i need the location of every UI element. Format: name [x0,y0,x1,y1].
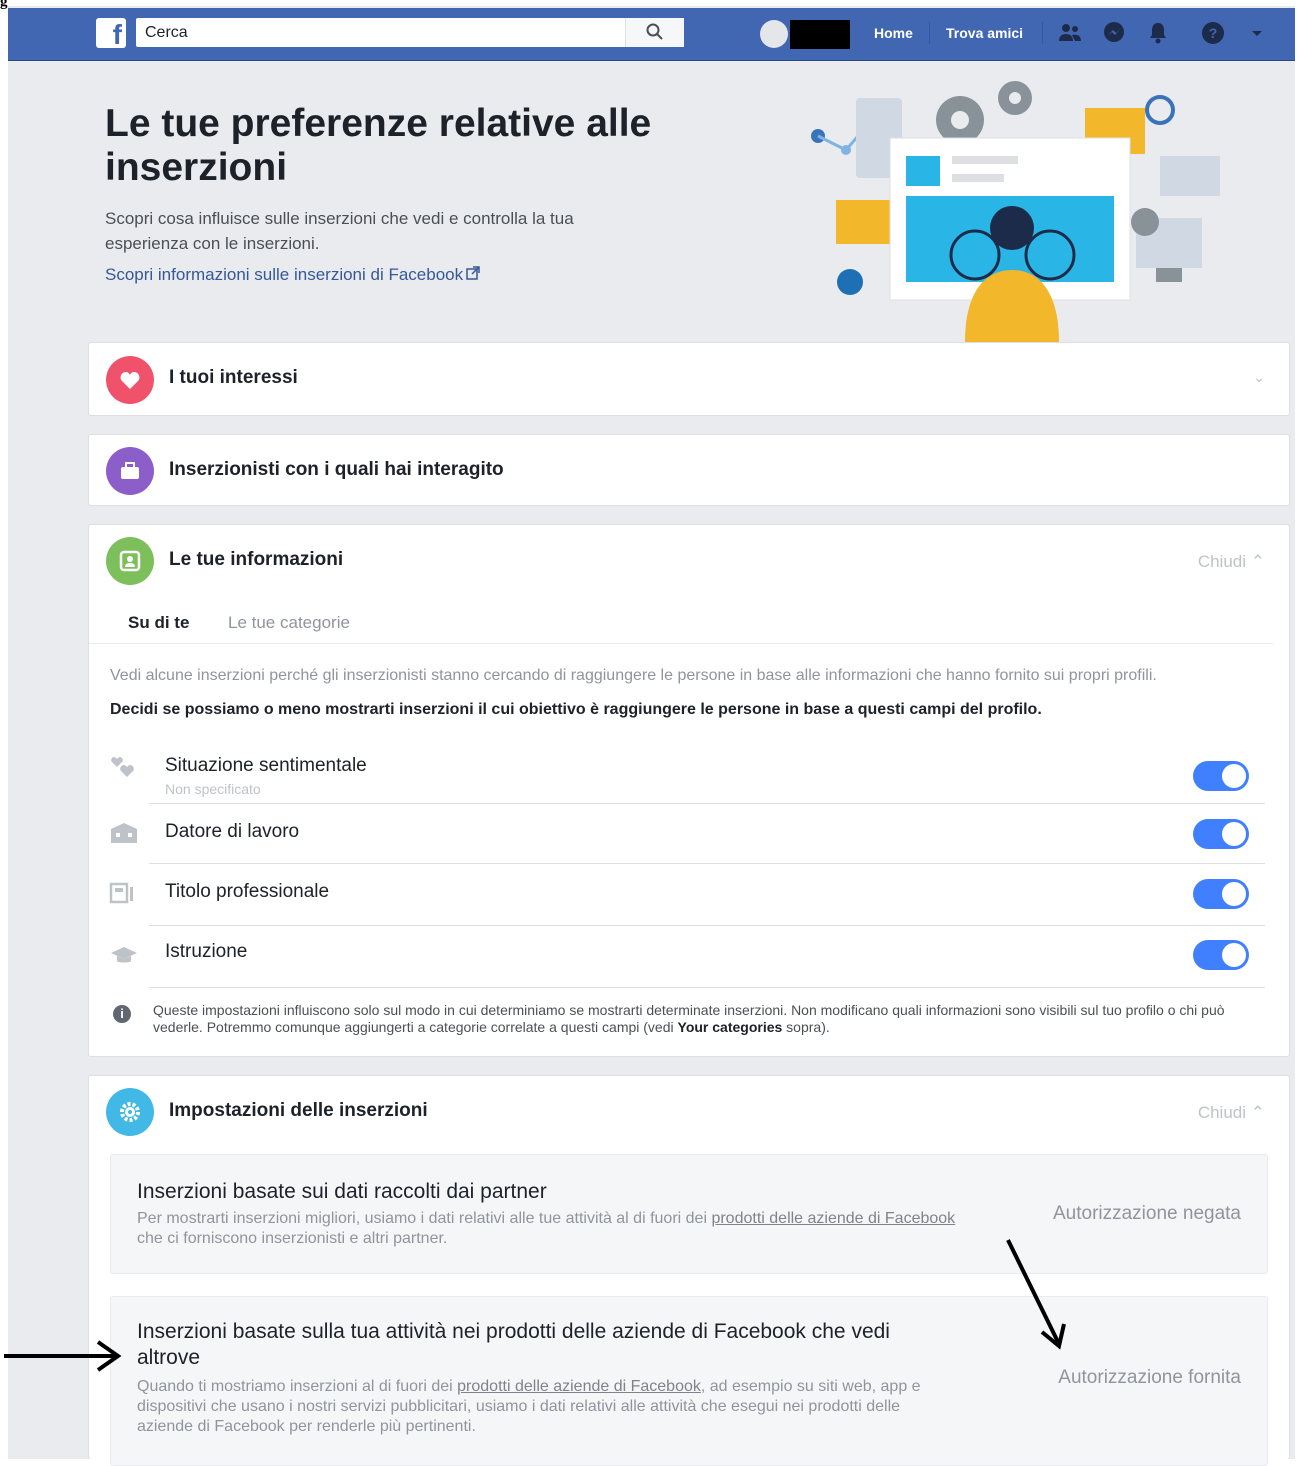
info-explanation-text: Vedi alcune inserzioni perché gli inserz… [110,667,1157,684]
setting-description-part1: Quando ti mostriamo inserzioni al di fuo… [137,1378,458,1395]
interests-section[interactable]: I tuoi interessi ⌄ [88,342,1290,416]
annotation-arrow-down [1006,1239,1066,1350]
learn-about-ads-link-text[interactable]: Scopri informazioni sulle inserzioni di … [105,265,463,284]
setting-description: Per mostrarti inserzioni migliori, usiam… [137,1209,957,1249]
job-title-badge-icon [109,881,139,905]
notifications-bell-icon[interactable] [1145,20,1171,46]
advertisers-section-title: Inserzionisti con i quali hai interagito [169,459,504,480]
help-icon[interactable]: ? [1200,20,1226,46]
activity-based-ads-setting[interactable]: Inserzioni basate sulla tua attività nei… [110,1296,1268,1466]
nav-divider [1042,22,1043,44]
search-button[interactable] [625,18,684,47]
field-label: Datore di lavoro [165,821,300,842]
field-label: Titolo professionale [165,881,330,902]
nav-divider [929,22,930,44]
advertisers-section[interactable]: Inserzionisti con i quali hai interagito [88,434,1290,506]
setting-description: Quando ti mostriamo inserzioni al di fuo… [137,1377,957,1437]
close-section-link[interactable]: Chiudi ⌃ [1198,1103,1265,1123]
field-label: Situazione sentimentale [165,755,367,776]
chevron-up-icon: ⌃ [1250,552,1265,571]
relationship-hearts-icon [109,755,139,779]
nav-find-friends-link[interactable]: Trova amici [946,25,1023,41]
ad-settings-section: Impostazioni delle inserzioni Chiudi ⌃ I… [88,1075,1290,1466]
account-menu-chevron-icon[interactable] [1247,20,1273,46]
field-label: Istruzione [165,941,248,962]
employer-toggle[interactable] [1193,819,1249,849]
search-icon [646,23,663,40]
profile-field-row: Istruzione [111,925,1265,988]
briefcase-icon [106,447,154,495]
search-input[interactable]: Cerca [136,18,684,47]
facebook-company-products-link[interactable]: prodotti delle aziende di Facebook [711,1210,955,1227]
employer-building-icon [109,821,139,845]
setting-title: Inserzioni basate sulla tua attività nei… [137,1320,890,1369]
field-value: Non specificato [165,781,261,797]
profile-avatar[interactable] [760,20,788,48]
friend-requests-icon[interactable] [1057,20,1083,46]
relationship-toggle[interactable] [1193,761,1249,791]
ad-preferences-illustration [811,81,1220,342]
profile-name-redacted[interactable] [790,20,850,49]
setting-description-part2: che ci forniscono inserzionisti e altri … [137,1230,448,1247]
tab-your-categories[interactable]: Le tue categorie [228,613,350,633]
decide-instruction-text: Decidi se possiamo o meno mostrarti inse… [110,701,1042,718]
facebook-logo-icon[interactable]: f [96,18,126,48]
ad-settings-section-title: Impostazioni delle inserzioni [169,1100,428,1121]
facebook-company-products-link[interactable]: prodotti delle aziende di Facebook [457,1378,701,1395]
toggle-knob [1222,822,1246,846]
learn-about-ads-link[interactable]: Scopri informazioni sulle inserzioni di … [105,265,480,285]
chevron-down-icon[interactable]: ⌄ [1253,369,1265,386]
tab-about-you[interactable]: Su di te [128,613,189,633]
setting-status[interactable]: Autorizzazione fornita [1058,1367,1241,1389]
your-information-section: Le tue informazioni Chiudi ⌃ Su di te Le… [88,524,1290,1057]
gear-icon [106,1088,154,1136]
settings-note: Queste impostazioni influiscono solo sul… [153,1002,1263,1036]
settings-note-bold: Your categories [677,1019,783,1035]
education-toggle[interactable] [1193,940,1249,970]
toggle-knob [1222,764,1246,788]
svg-text:?: ? [1209,25,1218,41]
profile-card-icon [106,537,154,585]
heart-icon [106,356,154,404]
close-label[interactable]: Chiudi [1198,1103,1246,1122]
search-placeholder: Cerca [145,24,188,41]
your-information-section-title: Le tue informazioni [169,549,344,570]
annotation-arrow-right [4,1340,122,1372]
toggle-knob [1222,943,1246,967]
setting-status[interactable]: Autorizzazione negata [1053,1203,1241,1225]
close-label[interactable]: Chiudi [1198,552,1246,571]
setting-description-part1: Per mostrarti inserzioni migliori, usiam… [137,1210,712,1227]
interests-section-title: I tuoi interessi [169,367,298,388]
profile-field-row: Datore di lavoro [111,803,1265,864]
graduation-cap-icon [109,943,139,967]
settings-note-part2: sopra). [782,1019,830,1035]
messenger-icon[interactable] [1101,20,1127,46]
info-icon: i [113,1005,131,1023]
your-information-tabs: Su di te Le tue categorie [89,603,1273,644]
page-title: Le tue preferenze relative alle inserzio… [105,102,652,189]
close-section-link[interactable]: Chiudi ⌃ [1198,552,1265,572]
setting-title: Inserzioni basate sui dati raccolti dai … [137,1180,547,1203]
chevron-up-icon: ⌃ [1250,1103,1265,1122]
nav-home-link[interactable]: Home [874,25,913,41]
external-link-icon [466,265,480,285]
corner-mark: g [0,0,8,10]
profile-field-row: Titolo professionale [109,863,1265,926]
job-title-toggle[interactable] [1193,879,1249,909]
page-description: Scopri cosa influisce sulle inserzioni c… [105,209,574,253]
partner-data-ads-setting[interactable]: Inserzioni basate sui dati raccolti dai … [110,1154,1268,1274]
toggle-knob [1222,882,1246,906]
profile-field-row: Situazione sentimentale Non specificato [111,735,1265,804]
